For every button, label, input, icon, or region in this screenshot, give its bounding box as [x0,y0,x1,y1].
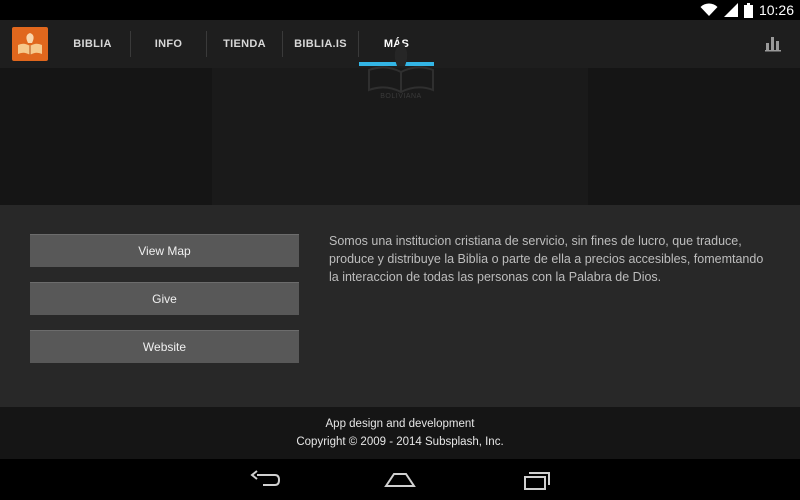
banner-logo-text: BOLIVIANA [380,93,422,100]
action-buttons: View Map Give Website [30,234,299,378]
status-time: 10:26 [758,2,794,18]
status-bar: 10:26 [0,0,800,20]
footer-credit: App design and development [325,418,475,430]
status-icons: 10:26 [700,0,794,20]
tab-tienda[interactable]: TIENDA [207,20,282,68]
recent-apps-icon[interactable] [520,469,552,491]
description-text: Somos una institucion cristiana de servi… [329,234,764,284]
system-nav-bar [0,459,800,500]
battery-icon [743,2,753,18]
home-icon[interactable] [384,469,416,491]
tab-biblia[interactable]: BIBLIA [55,20,130,68]
about-section: View Map Give Website Somos una instituc… [0,205,800,407]
bible-logo-icon[interactable] [12,27,48,61]
tab-label: BIBLIA [73,38,112,50]
signal-icon [723,3,738,17]
give-button[interactable]: Give [30,282,299,315]
tab-label: TIENDA [223,38,266,50]
view-map-button[interactable]: View Map [30,234,299,267]
wifi-icon [700,3,718,16]
tab-info[interactable]: INFO [131,20,206,68]
tab-label: INFO [154,38,183,50]
bible-logo-icon [368,42,434,94]
bar-chart-icon[interactable] [764,34,782,52]
website-button[interactable]: Website [30,330,299,363]
back-icon[interactable] [249,469,281,491]
tab-label: BIBLIA.IS [294,38,347,50]
tab-biblia-is[interactable]: BIBLIA.IS [283,20,358,68]
footer-copyright: Copyright © 2009 - 2014 Subsplash, Inc. [296,436,504,448]
footer: App design and development Copyright © 2… [0,407,800,459]
